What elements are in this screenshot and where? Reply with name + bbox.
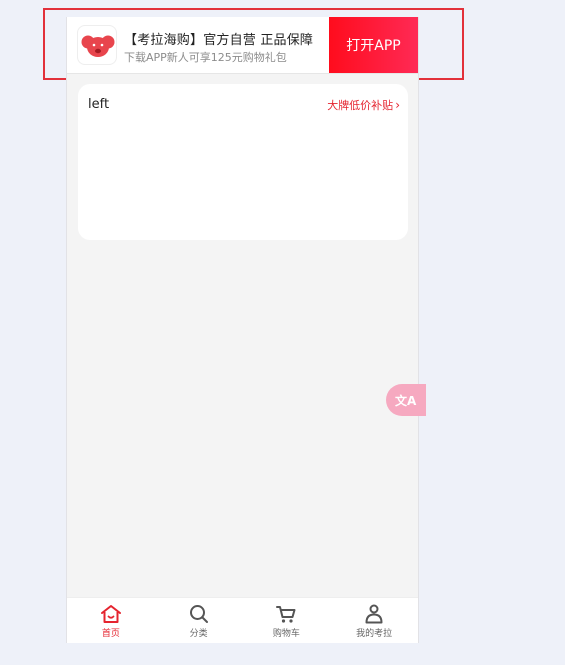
mobile-viewport: 【考拉海购】官方自营 正品保障 下载APP新人可享125元购物礼包 打开APP …: [66, 17, 419, 643]
translate-button[interactable]: 文A: [386, 384, 426, 416]
brand-subsidy-link[interactable]: 大牌低价补贴 ›: [327, 97, 400, 113]
bottom-tab-bar: 首页 分类 购物车 我的考拉: [67, 597, 418, 643]
home-icon: [100, 605, 121, 623]
search-icon: [189, 605, 208, 623]
cart-icon: [276, 606, 296, 623]
tab-category-label: 分类: [189, 629, 208, 639]
chevron-right-icon: ›: [395, 98, 400, 112]
tab-category[interactable]: 分类: [155, 598, 243, 643]
banner-subtitle: 下载APP新人可享125元购物礼包: [124, 51, 287, 64]
tab-cart[interactable]: 购物车: [243, 598, 331, 643]
tab-home-label: 首页: [101, 629, 120, 639]
brand-subsidy-card: left 大牌低价补贴 ›: [78, 84, 408, 240]
tab-cart-label: 购物车: [272, 629, 300, 639]
download-app-banner[interactable]: 【考拉海购】官方自营 正品保障 下载APP新人可享125元购物礼包 打开APP: [67, 17, 418, 74]
koala-logo-icon: [77, 25, 117, 65]
banner-title: 【考拉海购】官方自营 正品保障: [124, 33, 314, 48]
tab-profile[interactable]: 我的考拉: [330, 598, 418, 643]
tab-profile-label: 我的考拉: [356, 629, 393, 639]
open-app-button[interactable]: 打开APP: [329, 17, 418, 73]
brand-subsidy-link-text: 大牌低价补贴: [327, 99, 394, 112]
card-left-label: left: [88, 97, 110, 112]
tab-home[interactable]: 首页: [67, 598, 155, 643]
user-icon: [365, 604, 383, 624]
translate-icon: 文A: [395, 393, 417, 408]
